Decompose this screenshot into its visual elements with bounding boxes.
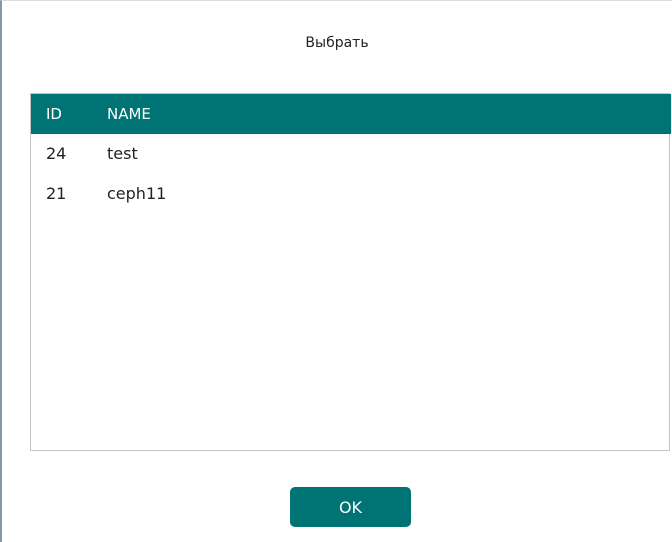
row-name-cell: ceph11 [107,184,167,203]
ok-button[interactable]: OK [290,487,411,527]
row-id-cell: 24 [46,144,67,163]
row-id-cell: 21 [46,184,67,203]
row-name-cell: test [107,144,138,163]
select-dialog: Выбрать ID NAME 24 test 21 ceph11 OK [0,0,672,542]
table-header: ID NAME [31,94,671,134]
column-header-id[interactable]: ID [46,104,62,124]
selection-table: ID NAME 24 test 21 ceph11 [30,93,671,451]
table-row[interactable]: 21 ceph11 [31,174,669,214]
table-row[interactable]: 24 test [31,134,669,174]
column-header-name[interactable]: NAME [107,104,151,124]
dialog-title: Выбрать [305,35,369,51]
